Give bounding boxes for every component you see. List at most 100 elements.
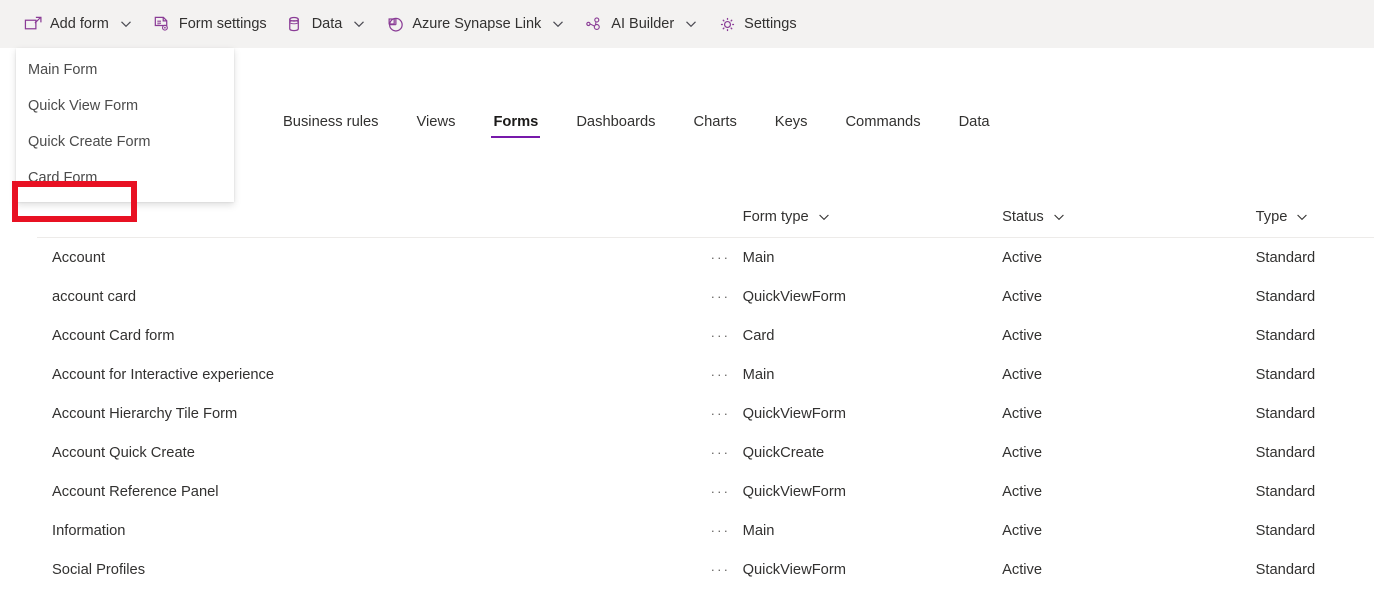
chevron-down-icon[interactable] — [351, 16, 367, 32]
cell-form-type: Card — [742, 327, 775, 344]
table-row[interactable]: Social Profiles ··· QuickViewForm Active Sta… — [37, 550, 1374, 589]
cell-form-type: Main — [742, 249, 775, 266]
row-actions-ellipsis-icon[interactable]: ··· — [698, 250, 742, 265]
cell-form-type: QuickViewForm — [742, 405, 846, 422]
cell-type: Standard — [1255, 444, 1316, 461]
add-form-dropdown-menu: Main Form Quick View Form Quick Create F… — [16, 48, 234, 202]
menu-item-quick-create-form[interactable]: Quick Create Form — [16, 124, 234, 160]
tab-views[interactable]: Views — [415, 110, 458, 140]
cell-status: Active — [1002, 366, 1043, 383]
row-actions-ellipsis-icon[interactable]: ··· — [698, 406, 742, 421]
pie-chart-icon — [385, 14, 405, 34]
column-header-type[interactable]: Type — [1256, 209, 1374, 225]
tab-business-rules[interactable]: Business rules — [281, 110, 381, 140]
chevron-down-icon[interactable] — [1295, 210, 1309, 224]
column-header-status-label: Status — [1002, 208, 1044, 225]
row-actions-ellipsis-icon[interactable]: ··· — [698, 367, 742, 382]
tab-keys[interactable]: Keys — [773, 110, 810, 140]
command-add-form-label: Add form — [50, 16, 109, 32]
table-row[interactable]: Account Hierarchy Tile Form ··· QuickViewF… — [37, 394, 1374, 433]
cell-type: Standard — [1255, 561, 1316, 578]
cell-form-name[interactable]: Account Hierarchy Tile Form — [37, 406, 698, 422]
form-settings-icon — [152, 14, 172, 34]
cell-status: Active — [1002, 405, 1043, 422]
cell-status: Active — [1002, 444, 1043, 461]
cell-status: Active — [1002, 249, 1043, 266]
cell-form-name[interactable]: Social Profiles — [37, 562, 698, 578]
gear-icon — [717, 14, 737, 34]
row-actions-ellipsis-icon[interactable]: ··· — [698, 289, 742, 304]
chevron-down-icon[interactable] — [683, 16, 699, 32]
cell-type: Standard — [1255, 249, 1316, 266]
cell-status: Active — [1002, 288, 1043, 305]
ai-builder-nodes-icon — [584, 14, 604, 34]
forms-grid: Form type Status Type Account ··· Main Acti… — [0, 196, 1374, 589]
cell-form-type: QuickViewForm — [742, 561, 846, 578]
cell-form-type: QuickCreate — [742, 444, 825, 461]
cell-form-type: QuickViewForm — [742, 483, 846, 500]
cell-type: Standard — [1255, 288, 1316, 305]
row-actions-ellipsis-icon[interactable]: ··· — [698, 562, 742, 577]
column-header-type-label: Type — [1255, 208, 1288, 225]
row-actions-ellipsis-icon[interactable]: ··· — [698, 523, 742, 538]
command-ai-builder-label: AI Builder — [611, 16, 675, 32]
command-ai-builder[interactable]: AI Builder — [575, 4, 708, 44]
cell-form-name[interactable]: Account Card form — [37, 328, 698, 344]
chevron-down-icon[interactable] — [817, 210, 831, 224]
cell-type: Standard — [1255, 327, 1316, 344]
database-icon — [285, 14, 305, 34]
cell-status: Active — [1002, 561, 1043, 578]
menu-item-card-form[interactable]: Card Form — [16, 160, 234, 196]
add-form-icon — [23, 14, 43, 34]
chevron-down-icon[interactable] — [118, 16, 134, 32]
command-azure-synapse-link[interactable]: Azure Synapse Link — [376, 4, 575, 44]
column-header-status[interactable]: Status — [1002, 209, 1256, 225]
command-data-label: Data — [311, 16, 343, 32]
row-actions-ellipsis-icon[interactable]: ··· — [698, 328, 742, 343]
command-settings[interactable]: Settings — [708, 4, 805, 44]
chevron-down-icon[interactable] — [1052, 210, 1066, 224]
tab-forms[interactable]: Forms — [491, 110, 541, 140]
table-row[interactable]: Information ··· Main Active Standard — [37, 511, 1374, 550]
cell-form-type: Main — [742, 522, 775, 539]
cell-form-name[interactable]: Account Reference Panel — [37, 484, 698, 500]
cell-status: Active — [1002, 327, 1043, 344]
cell-type: Standard — [1255, 522, 1316, 539]
table-row[interactable]: Account Quick Create ··· QuickCreate Active… — [37, 433, 1374, 472]
tab-charts[interactable]: Charts — [692, 110, 739, 140]
table-row[interactable]: Account Card form ··· Card Active Standard — [37, 316, 1374, 355]
cell-form-name[interactable]: Account — [37, 250, 698, 266]
tab-dashboards[interactable]: Dashboards — [574, 110, 657, 140]
cell-type: Standard — [1255, 483, 1316, 500]
grid-body: Account ··· Main Active Standard account card… — [0, 238, 1374, 589]
command-bar: Add form Form settings Data Azure Synaps… — [0, 0, 1374, 48]
tab-commands[interactable]: Commands — [843, 110, 922, 140]
column-header-form-type[interactable]: Form type — [743, 209, 1002, 225]
cell-form-type: QuickViewForm — [742, 288, 846, 305]
chevron-down-icon[interactable] — [550, 16, 566, 32]
row-actions-ellipsis-icon[interactable]: ··· — [698, 445, 742, 460]
column-header-form-type-label: Form type — [742, 208, 809, 225]
command-settings-label: Settings — [744, 16, 797, 32]
row-actions-ellipsis-icon[interactable]: ··· — [698, 484, 742, 499]
cell-form-name[interactable]: Account Quick Create — [37, 445, 698, 461]
cell-form-name[interactable]: account card — [37, 289, 698, 305]
tab-data[interactable]: Data — [957, 110, 992, 140]
menu-item-quick-view-form[interactable]: Quick View Form — [16, 88, 234, 124]
grid-header-row: Form type Status Type — [37, 196, 1374, 238]
command-form-settings-label: Form settings — [178, 16, 267, 32]
cell-form-name[interactable]: Account for Interactive experience — [37, 367, 698, 383]
table-row[interactable]: account card ··· QuickViewForm Active Standa… — [37, 277, 1374, 316]
table-row[interactable]: Account ··· Main Active Standard — [37, 238, 1374, 277]
cell-form-type: Main — [742, 366, 775, 383]
cell-status: Active — [1002, 522, 1043, 539]
menu-item-main-form[interactable]: Main Form — [16, 52, 234, 88]
table-row[interactable]: Account Reference Panel ··· QuickViewForm A… — [37, 472, 1374, 511]
cell-form-name[interactable]: Information — [37, 523, 698, 539]
command-add-form[interactable]: Add form — [14, 4, 143, 44]
cell-status: Active — [1002, 483, 1043, 500]
command-azure-synapse-link-label: Azure Synapse Link — [412, 16, 542, 32]
command-form-settings[interactable]: Form settings — [143, 4, 276, 44]
table-row[interactable]: Account for Interactive experience ··· Mai… — [37, 355, 1374, 394]
command-data[interactable]: Data — [276, 4, 377, 44]
